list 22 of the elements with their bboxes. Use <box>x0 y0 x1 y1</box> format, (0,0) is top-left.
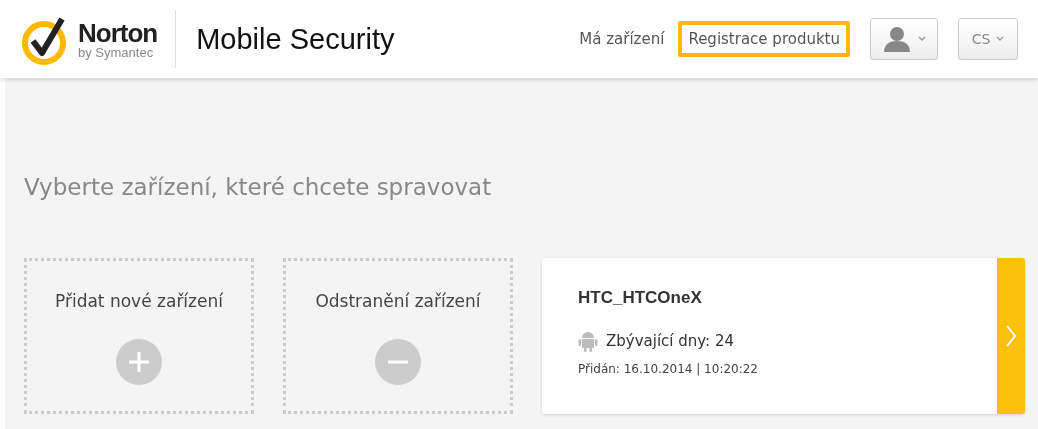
card-label: Přidat nové zařízení <box>55 291 223 311</box>
device-name: HTC_HTCOneX <box>578 288 703 308</box>
remaining-days: Zbývající dny: 24 <box>606 332 734 350</box>
page-heading: Vyberte zařízení, které chcete spravovat <box>24 173 493 202</box>
plus-icon <box>116 339 162 385</box>
added-date: Přidán: 16.10.2014 | 10:20:22 <box>578 362 759 376</box>
user-menu-button[interactable] <box>870 18 938 60</box>
add-device-card[interactable]: Přidat nové zařízení <box>24 258 254 414</box>
caret-icon <box>918 36 926 42</box>
product-title: Mobile Security <box>196 22 395 56</box>
device-card[interactable]: HTC_HTCOneX Zbývající dny: 24 Přidán: 16.10.2014 | 10:20:22 <box>542 258 1025 414</box>
remove-device-card[interactable]: Odstranění zařízení <box>283 258 513 414</box>
user-icon <box>882 26 912 52</box>
minus-icon <box>375 339 421 385</box>
card-label: Odstranění zařízení <box>315 291 481 311</box>
nav-link[interactable]: Registrace produktu <box>678 21 850 57</box>
caret-icon <box>996 36 1005 42</box>
brand-name: Norton <box>78 19 158 46</box>
android-icon <box>578 330 598 352</box>
nav-link[interactable]: Má zařízení <box>569 21 675 57</box>
brand-tagline: by Symantec <box>78 45 155 59</box>
chevron-right-icon <box>1005 324 1017 348</box>
